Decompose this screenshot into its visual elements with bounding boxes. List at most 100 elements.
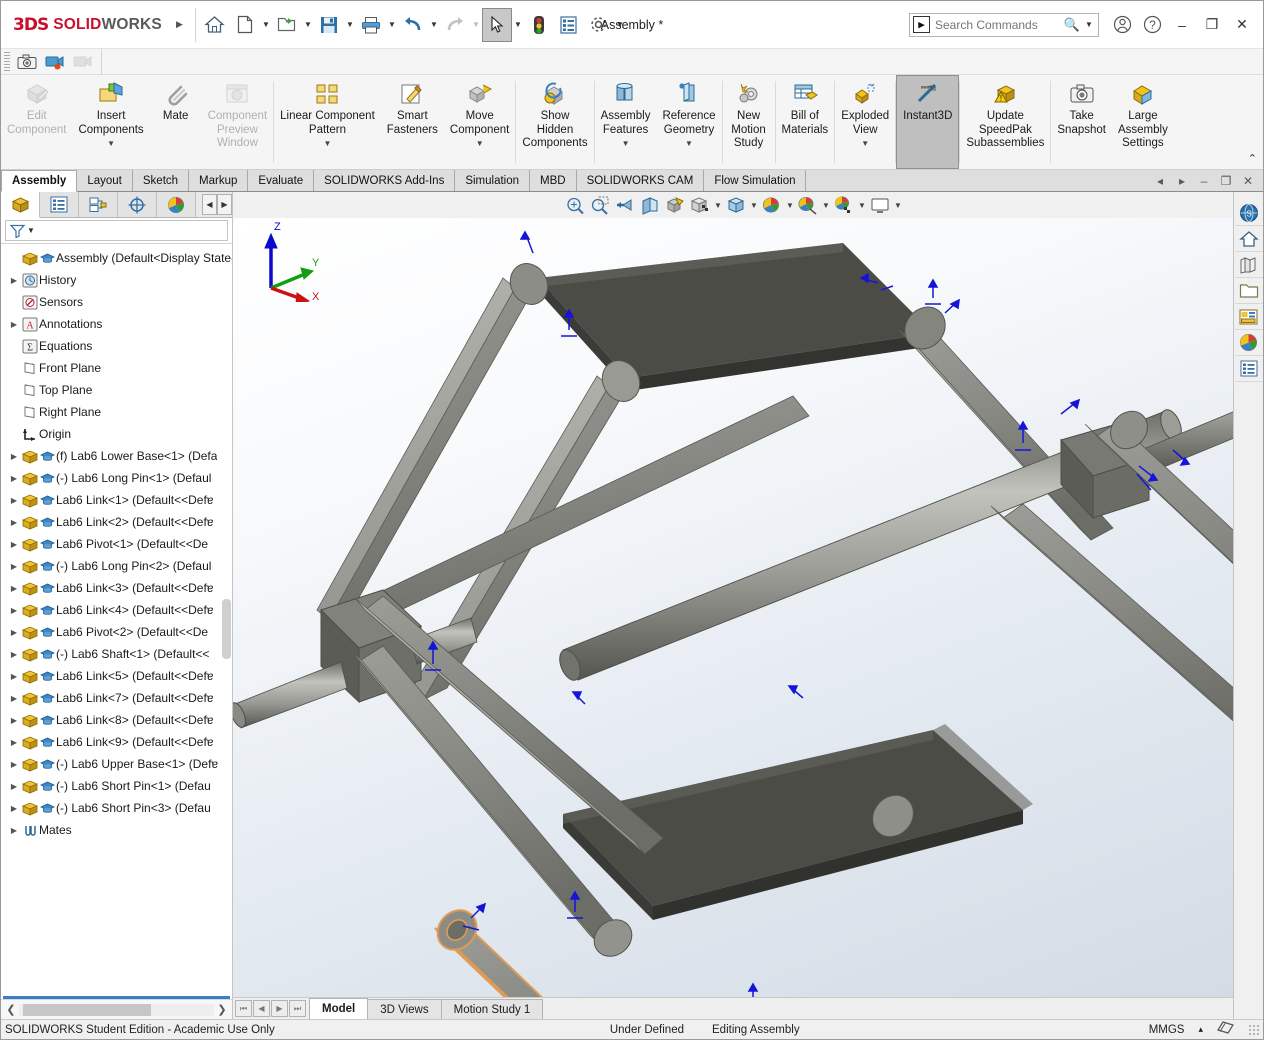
task-pane-solidworks-resources[interactable]: S xyxy=(1234,200,1263,226)
bottom-tab-model[interactable]: Model xyxy=(309,998,369,1019)
tab-markup[interactable]: Markup xyxy=(189,170,249,191)
options-button[interactable] xyxy=(584,8,614,42)
scroll-left-icon[interactable]: ❮ xyxy=(3,1003,19,1016)
scissor-lift-assembly-model[interactable] xyxy=(233,218,1233,997)
panel-tab-display-manager[interactable] xyxy=(157,192,196,217)
exploded-view-button-caret-icon[interactable]: ▼ xyxy=(861,139,869,148)
expand-arrow-icon[interactable]: ▶ xyxy=(7,606,21,615)
expand-arrow-icon[interactable]: ▶ xyxy=(7,452,21,461)
previous-document-button[interactable]: ◂ xyxy=(1149,174,1171,188)
new-document-caret-icon[interactable]: ▼ xyxy=(260,20,272,29)
expand-arrow-icon[interactable]: ▶ xyxy=(7,518,21,527)
redo-caret-icon[interactable]: ▼ xyxy=(470,20,482,29)
expand-arrow-icon[interactable]: ▶ xyxy=(7,276,21,285)
units-label[interactable]: MMGS xyxy=(1135,1024,1199,1036)
component-preview-window-button[interactable]: Component Preview Window xyxy=(202,75,273,169)
last-tab-button[interactable]: ⏭ xyxy=(289,1000,306,1017)
expand-arrow-icon[interactable]: ▶ xyxy=(7,650,21,659)
move-component-button[interactable]: Move Component ▼ xyxy=(444,75,515,169)
tree-item[interactable]: Σ Equations xyxy=(1,335,232,357)
panel-tab-property-manager[interactable] xyxy=(40,192,79,217)
update-speedpak-subassemblies-button[interactable]: ! Update SpeedPak Subassemblies xyxy=(960,75,1050,169)
expand-arrow-icon[interactable]: ▶ xyxy=(7,496,21,505)
show-hidden-components-button[interactable]: Show Hidden Components xyxy=(516,75,593,169)
tab-simulation[interactable]: Simulation xyxy=(455,170,531,191)
resize-grip[interactable] xyxy=(1248,1023,1261,1036)
linear-component-pattern-button[interactable]: Linear Component Pattern ▼ xyxy=(274,75,381,169)
tree-item[interactable]: ▶ (-) Lab6 Long Pin<1> (Defaul xyxy=(1,467,232,489)
redo-button[interactable] xyxy=(440,8,470,42)
upper-base-plate[interactable] xyxy=(538,243,933,391)
tab-flow-simulation[interactable]: Flow Simulation xyxy=(704,170,807,191)
save-button[interactable] xyxy=(314,8,344,42)
close-button[interactable]: ✕ xyxy=(1227,10,1257,40)
tree-item[interactable]: ▶ (f) Lab6 Lower Base<1> (Defa xyxy=(1,445,232,467)
expand-arrow-icon[interactable]: ▶ xyxy=(7,716,21,725)
scroll-track[interactable] xyxy=(19,1003,214,1016)
bottom-tab-motion-study-1[interactable]: Motion Study 1 xyxy=(440,999,544,1019)
expand-arrow-icon[interactable]: ▶ xyxy=(7,320,21,329)
take-snapshot-button[interactable]: Take Snapshot xyxy=(1051,75,1112,169)
document-restore-button[interactable]: ❐ xyxy=(1215,174,1237,188)
tab-layout[interactable]: Layout xyxy=(77,170,133,191)
tree-item[interactable]: ▶ (-) Lab6 Shaft<1> (Default<< xyxy=(1,643,232,665)
account-icon[interactable] xyxy=(1107,10,1137,40)
next-document-button[interactable]: ▸ xyxy=(1171,174,1193,188)
display-pane-button-caret-icon[interactable]: ▼ xyxy=(893,201,904,210)
task-pane-custom-properties[interactable] xyxy=(1234,330,1263,356)
first-tab-button[interactable]: ⏮ xyxy=(235,1000,252,1017)
section-view-button[interactable] xyxy=(638,193,663,217)
tree-horizontal-scrollbar[interactable]: ❮ ❯ xyxy=(1,999,232,1019)
tree-item[interactable]: ▶ (-) Lab6 Upper Base<1> (Defɐ xyxy=(1,753,232,775)
tab-mbd[interactable]: MBD xyxy=(530,170,577,191)
camera-icon[interactable] xyxy=(13,50,41,74)
file-properties-button[interactable] xyxy=(554,8,584,42)
next-tab-button[interactable]: ▶ xyxy=(271,1000,288,1017)
search-caret-icon[interactable]: ▼ xyxy=(1083,20,1095,29)
new-motion-study-button[interactable]: New Motion Study xyxy=(723,75,775,169)
coordinate-triad[interactable]: Z Y X xyxy=(249,218,329,302)
filter-caret-icon[interactable]: ▼ xyxy=(25,226,37,235)
panel-tab-configuration-manager[interactable] xyxy=(79,192,118,217)
expand-arrow-icon[interactable]: ▶ xyxy=(7,804,21,813)
feature-tree[interactable]: Assembly (Default<Display State- ▶ History… xyxy=(1,244,232,994)
display-style-button-caret-icon[interactable]: ▼ xyxy=(713,201,724,210)
tree-item[interactable]: ▶ Lab6 Link<5> (Default<<Defɐ xyxy=(1,665,232,687)
tab-solidworks-cam[interactable]: SOLIDWORKS CAM xyxy=(576,170,705,191)
tree-item[interactable]: ▶ Mates xyxy=(1,819,232,841)
task-pane-view-palette[interactable] xyxy=(1234,278,1263,304)
tree-item-assembly-root[interactable]: Assembly (Default<Display State- xyxy=(1,247,232,269)
expand-arrow-icon[interactable]: ▶ xyxy=(7,628,21,637)
tree-item[interactable]: Top Plane xyxy=(1,379,232,401)
expand-arrow-icon[interactable]: ▶ xyxy=(7,562,21,571)
tree-item[interactable]: ▶ Lab6 Link<9> (Default<<Defɐ xyxy=(1,731,232,753)
home-button[interactable] xyxy=(200,8,230,42)
reference-geometry-button[interactable]: Reference Geometry ▼ xyxy=(656,75,721,169)
new-document-button[interactable] xyxy=(230,8,260,42)
apply-scene-button[interactable] xyxy=(796,193,821,217)
edit-appearance-button[interactable] xyxy=(760,193,785,217)
menu-expand-icon[interactable]: ▶ xyxy=(176,19,183,30)
document-close-button[interactable]: ✕ xyxy=(1237,174,1259,188)
tab-solidworks-add-ins[interactable]: SOLIDWORKS Add-Ins xyxy=(314,170,456,191)
tree-item[interactable]: ▶ Lab6 Link<8> (Default<<Defɐ xyxy=(1,709,232,731)
undo-button[interactable] xyxy=(398,8,428,42)
tree-item[interactable]: ▶ (-) Lab6 Short Pin<1> (Defau xyxy=(1,775,232,797)
task-pane-appearances-scenes[interactable] xyxy=(1234,304,1263,330)
3d-viewport[interactable]: Z Y X xyxy=(233,218,1233,997)
reference-geometry-button-caret-icon[interactable]: ▼ xyxy=(685,139,693,148)
expand-arrow-icon[interactable]: ▶ xyxy=(7,826,21,835)
instant3d-button[interactable]: Instant3D xyxy=(896,75,960,169)
expand-arrow-icon[interactable]: ▶ xyxy=(7,540,21,549)
save-caret-icon[interactable]: ▼ xyxy=(344,20,356,29)
tree-item[interactable]: ▶ (-) Lab6 Long Pin<2> (Defaul xyxy=(1,555,232,577)
linear-component-pattern-button-caret-icon[interactable]: ▼ xyxy=(324,139,332,148)
select-button[interactable] xyxy=(481,7,512,42)
large-assembly-settings-button[interactable]: Large Assembly Settings xyxy=(1112,75,1174,169)
rebuild-button[interactable] xyxy=(524,8,554,42)
tree-item[interactable]: ▶ (-) Lab6 Short Pin<3> (Defau xyxy=(1,797,232,819)
view-orientation-button[interactable] xyxy=(663,193,688,217)
zoom-to-area-button[interactable] xyxy=(588,193,613,217)
link-lower-right-front[interactable] xyxy=(990,503,1233,754)
panel-tab-scroll-right-button[interactable]: ▶ xyxy=(217,194,232,215)
